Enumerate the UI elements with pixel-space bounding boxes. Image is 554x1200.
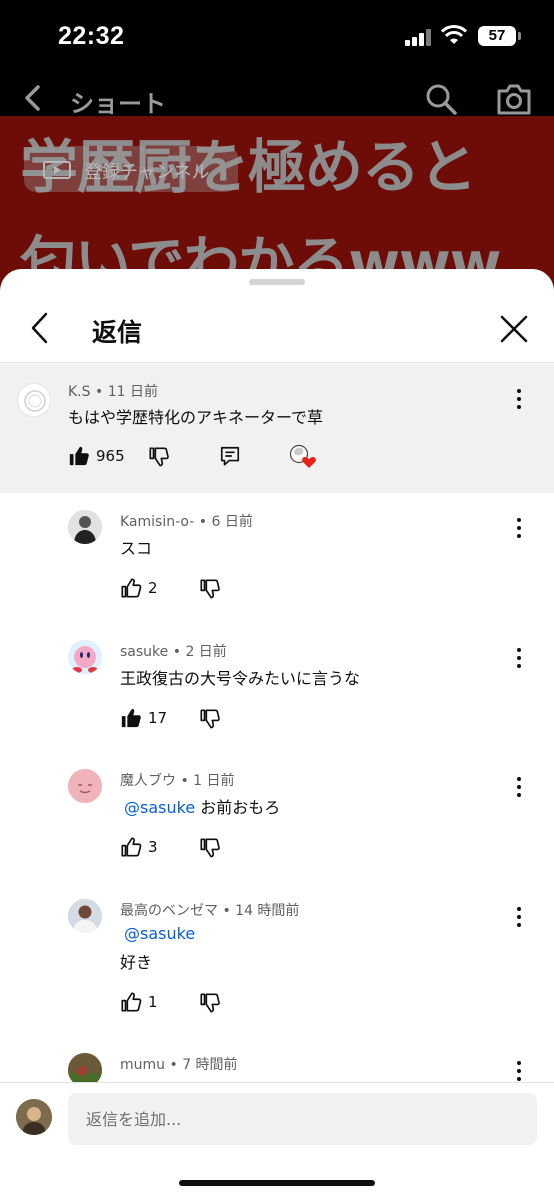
- subscriptions-chip[interactable]: 登録チャンネル: [24, 146, 238, 192]
- comment-time: 7 時間前: [182, 1057, 238, 1073]
- reply-icon[interactable]: [219, 445, 241, 467]
- dislike-icon[interactable]: [199, 578, 221, 600]
- sheet-header: 返信: [0, 299, 554, 363]
- mention-link[interactable]: @sasuke: [124, 798, 195, 817]
- comment-body: 好き: [120, 953, 153, 972]
- like-icon[interactable]: [68, 445, 90, 467]
- user-avatar-image: [68, 769, 102, 803]
- user-avatar-image: [68, 510, 102, 544]
- comment-meta: Kamisin-o- • 6 日前: [120, 514, 253, 530]
- avatar[interactable]: [17, 383, 51, 417]
- subscriptions-icon: [43, 161, 71, 179]
- comment-text: 好き: [120, 949, 152, 973]
- comment-meta: mumu • 7 時間前: [120, 1057, 238, 1073]
- nav-title: ショート: [70, 90, 166, 118]
- avatar[interactable]: [68, 640, 102, 674]
- replies-sheet: 返信 K.S • 11 日前 もはや学歴特化のアキネーターで草 965 Kami…: [0, 269, 554, 1200]
- mention-link[interactable]: @sasuke: [124, 924, 195, 943]
- comment-body: スコ: [120, 539, 153, 558]
- comment-time: 11 日前: [107, 384, 158, 400]
- shorts-video-background[interactable]: 学歴厨を極めると 匂いでわかるwww ショート 登録チャンネル: [0, 72, 554, 302]
- reply-composer: [0, 1082, 554, 1200]
- comment-text: @sasuke: [120, 924, 195, 943]
- comment-time: 14 時間前: [235, 903, 300, 919]
- comment-body: お前おもろ: [200, 798, 281, 817]
- dislike-icon[interactable]: [148, 446, 170, 468]
- comment-meta: sasuke • 2 日前: [120, 644, 227, 660]
- like-count: 17: [148, 709, 168, 727]
- comment-author[interactable]: sasuke: [120, 644, 168, 660]
- comment-author[interactable]: 魔人ブウ: [120, 773, 176, 789]
- user-avatar-image: [68, 640, 102, 674]
- dislike-icon[interactable]: [199, 992, 221, 1014]
- comment-author[interactable]: mumu: [120, 1057, 165, 1073]
- shorts-top-nav: ショート: [0, 72, 554, 122]
- home-indicator[interactable]: [179, 1180, 375, 1186]
- comment-body: 王政復古の大号令みたいに言うな: [120, 669, 361, 688]
- comment-author[interactable]: Kamisin-o-: [120, 514, 194, 530]
- parent-comment: K.S • 11 日前 もはや学歴特化のアキネーターで草 965: [0, 364, 554, 493]
- add-reply-input[interactable]: [68, 1093, 537, 1145]
- user-avatar-image: [16, 1099, 52, 1135]
- reply-comment: 最高のベンゼマ • 14 時間前 @sasuke 好き 1: [0, 882, 554, 1037]
- dislike-icon[interactable]: [199, 708, 221, 730]
- cellular-signal-icon: [405, 28, 433, 46]
- more-options-icon[interactable]: [516, 1061, 522, 1081]
- like-count: 1: [148, 993, 158, 1011]
- wifi-icon: [441, 25, 467, 44]
- search-icon[interactable]: [424, 82, 458, 116]
- current-user-avatar: [16, 1099, 52, 1135]
- status-time: 22:32: [58, 22, 125, 50]
- comment-text: スコ: [120, 535, 152, 559]
- more-options-icon[interactable]: [516, 648, 522, 668]
- more-options-icon[interactable]: [516, 518, 522, 538]
- default-avatar-icon: [24, 390, 46, 412]
- back-icon[interactable]: [20, 84, 46, 112]
- comment-time: 2 日前: [185, 644, 227, 660]
- back-icon[interactable]: [28, 311, 52, 345]
- dislike-icon[interactable]: [199, 837, 221, 859]
- comment-text: もはや学歴特化のアキネーターで草: [68, 408, 324, 427]
- sheet-title: 返信: [92, 318, 143, 347]
- like-icon-filled[interactable]: [120, 707, 142, 729]
- camera-icon[interactable]: [496, 82, 532, 116]
- status-bar: 22:32 57: [0, 0, 554, 72]
- like-count: 965: [96, 447, 125, 465]
- like-icon[interactable]: [120, 991, 142, 1013]
- reply-comment: Kamisin-o- • 6 日前 スコ 2: [0, 493, 554, 623]
- like-icon[interactable]: [120, 577, 142, 599]
- reply-comment: 魔人ブウ • 1 日前 @sasuke お前おもろ 3: [0, 752, 554, 882]
- comment-time: 6 日前: [211, 514, 253, 530]
- comment-author[interactable]: 最高のベンゼマ: [120, 903, 218, 919]
- comment-text: 王政復古の大号令みたいに言うな: [120, 665, 360, 689]
- like-count: 2: [148, 579, 158, 597]
- creator-heart-icon: [289, 444, 316, 468]
- avatar[interactable]: [68, 769, 102, 803]
- comment-text: @sasuke お前おもろ: [120, 794, 280, 818]
- more-options-icon[interactable]: [516, 389, 522, 409]
- close-icon[interactable]: [500, 315, 528, 343]
- battery-indicator: 57: [478, 26, 521, 46]
- comment-meta: 魔人ブウ • 1 日前: [120, 773, 235, 789]
- comment-meta: K.S • 11 日前: [68, 384, 158, 400]
- drag-handle[interactable]: [249, 279, 305, 285]
- subscriptions-chip-label: 登録チャンネル: [84, 162, 210, 183]
- comment-author[interactable]: K.S: [68, 384, 91, 400]
- more-options-icon[interactable]: [516, 777, 522, 797]
- avatar[interactable]: [68, 510, 102, 544]
- like-count: 3: [148, 838, 158, 856]
- more-options-icon[interactable]: [516, 907, 522, 927]
- comment-time: 1 日前: [193, 773, 235, 789]
- reply-comment: sasuke • 2 日前 王政復古の大号令みたいに言うな 17: [0, 623, 554, 752]
- comment-meta: 最高のベンゼマ • 14 時間前: [120, 903, 300, 919]
- like-icon[interactable]: [120, 836, 142, 858]
- avatar[interactable]: [68, 899, 102, 933]
- user-avatar-image: [68, 899, 102, 933]
